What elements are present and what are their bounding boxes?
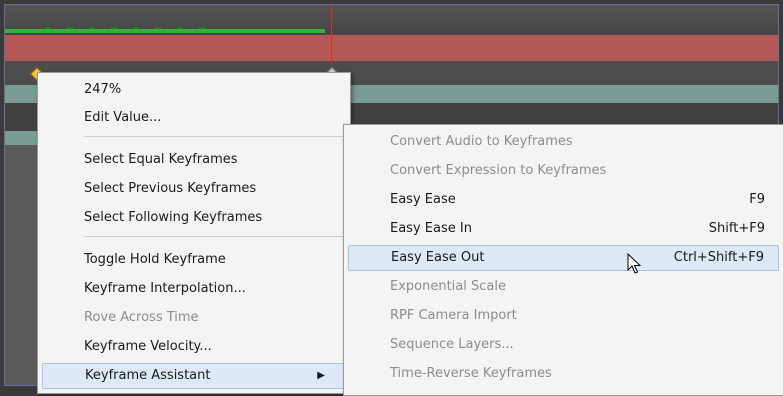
- menu-item-edit-value[interactable]: Edit Value...: [42, 105, 346, 131]
- menu-item-label: Edit Value...: [84, 110, 162, 125]
- menu-item-label: Easy Ease: [390, 192, 456, 207]
- menu-item-keyframe-assistant[interactable]: Keyframe Assistant ▶: [42, 363, 346, 389]
- menu-item-convert-expression-to-keyframes: Convert Expression to Keyframes: [348, 158, 779, 184]
- menu-item-keyframe-interpolation[interactable]: Keyframe Interpolation...: [42, 276, 346, 302]
- menu-item-easy-ease-in[interactable]: Easy Ease In Shift+F9: [348, 216, 779, 242]
- menu-item-select-previous-keyframes[interactable]: Select Previous Keyframes: [42, 176, 346, 202]
- menu-item-label: Keyframe Interpolation...: [84, 281, 246, 296]
- menu-item-label: Rove Across Time: [84, 310, 199, 325]
- current-time-indicator[interactable]: [331, 5, 332, 65]
- menu-item-rove-across-time: Rove Across Time: [42, 305, 346, 331]
- menu-item-label: Keyframe Velocity...: [84, 339, 212, 354]
- menu-item-value[interactable]: 247%: [42, 77, 346, 103]
- menu-item-label: Easy Ease Out: [391, 250, 485, 265]
- menu-separator: [84, 236, 346, 237]
- menu-item-label: Time-Reverse Keyframes: [390, 366, 552, 381]
- keyframe-context-menu: 247% Edit Value... Select Equal Keyframe…: [37, 72, 351, 394]
- menu-item-exponential-scale: Exponential Scale: [348, 274, 779, 300]
- menu-item-select-equal-keyframes[interactable]: Select Equal Keyframes: [42, 147, 346, 173]
- menu-item-toggle-hold-keyframe[interactable]: Toggle Hold Keyframe: [42, 247, 346, 273]
- menu-item-label: Convert Expression to Keyframes: [390, 163, 607, 178]
- menu-item-label: 247%: [84, 82, 122, 97]
- menu-item-sequence-layers: Sequence Layers...: [348, 332, 779, 358]
- menu-item-label: Keyframe Assistant: [85, 368, 211, 383]
- menu-item-label: RPF Camera Import: [390, 308, 517, 323]
- layer-bar[interactable]: [5, 35, 778, 61]
- menu-item-label: Convert Audio to Keyframes: [390, 134, 573, 149]
- menu-item-select-following-keyframes[interactable]: Select Following Keyframes: [42, 205, 346, 231]
- menu-item-label: Exponential Scale: [390, 279, 506, 294]
- keyframe-assistant-submenu: Convert Audio to Keyframes Convert Expre…: [343, 124, 783, 396]
- menu-item-label: Select Following Keyframes: [84, 210, 263, 225]
- menu-item-convert-audio-to-keyframes: Convert Audio to Keyframes: [348, 129, 779, 155]
- submenu-arrow-icon: ▶: [317, 370, 325, 381]
- menu-item-label: Easy Ease In: [390, 221, 472, 236]
- menu-item-label: Toggle Hold Keyframe: [84, 252, 226, 267]
- menu-item-easy-ease-out[interactable]: Easy Ease Out Ctrl+Shift+F9: [348, 245, 779, 271]
- audio-level-bar: [5, 29, 325, 33]
- menu-item-label: Sequence Layers...: [390, 337, 514, 352]
- mouse-pointer-icon: [627, 253, 641, 274]
- menu-separator: [84, 136, 346, 137]
- menu-item-shortcut: F9: [749, 192, 765, 207]
- menu-item-shortcut: Ctrl+Shift+F9: [673, 250, 764, 265]
- menu-item-rpf-camera-import: RPF Camera Import: [348, 303, 779, 329]
- menu-item-time-reverse-keyframes: Time-Reverse Keyframes: [348, 361, 779, 387]
- menu-item-label: Select Equal Keyframes: [84, 152, 238, 167]
- menu-item-easy-ease[interactable]: Easy Ease F9: [348, 187, 779, 213]
- menu-item-shortcut: Shift+F9: [708, 221, 765, 236]
- menu-item-label: Select Previous Keyframes: [84, 181, 257, 196]
- menu-item-keyframe-velocity[interactable]: Keyframe Velocity...: [42, 334, 346, 360]
